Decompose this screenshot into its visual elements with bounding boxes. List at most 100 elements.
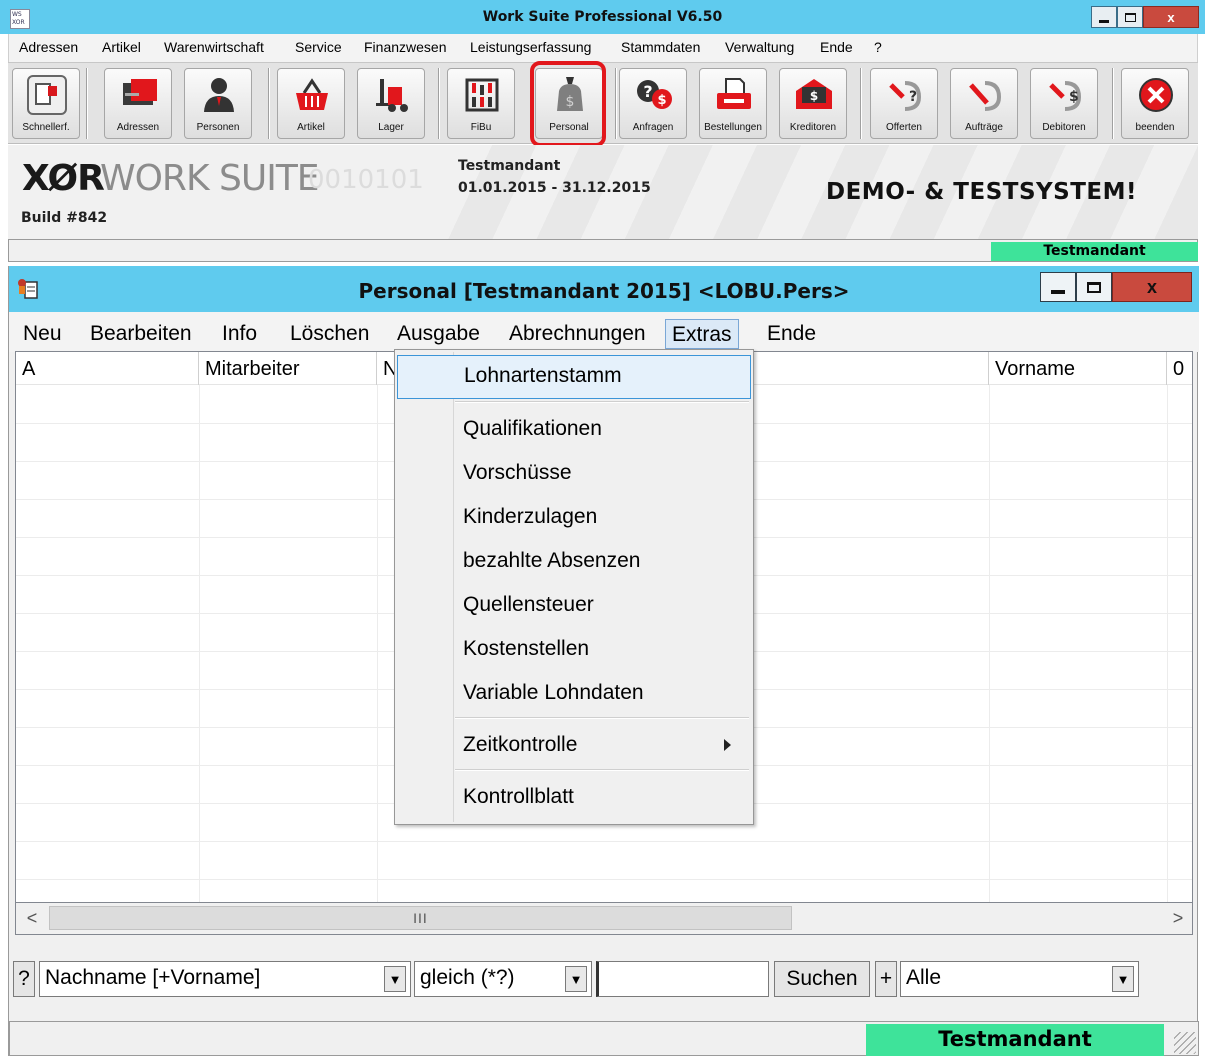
personal-close-button[interactable]: x [1112, 272, 1192, 302]
toolbar-beenden-button[interactable]: beenden [1121, 68, 1189, 139]
menu-item-quellensteuer[interactable]: Quellensteuer [397, 583, 751, 627]
search-field-value: Nachname [+Vorname] [45, 966, 261, 989]
toolbar-anfragen-button[interactable]: ? $ Anfragen [619, 68, 687, 139]
menu-service[interactable]: Service [295, 39, 342, 55]
menu-neu[interactable]: Neu [17, 319, 68, 349]
menu-verwaltung[interactable]: Verwaltung [725, 39, 794, 55]
column-header-0[interactable]: 0 [1167, 352, 1192, 385]
toolbar-fibu-button[interactable]: FiBu [447, 68, 515, 139]
toolbar-offerten-button[interactable]: ? Offerten [870, 68, 938, 139]
menu-item-qualifikationen[interactable]: Qualifikationen [397, 407, 751, 451]
toolbar-label: Adressen [116, 122, 160, 133]
search-text-input[interactable] [596, 961, 769, 997]
menu-item-variable-lohndaten[interactable]: Variable Lohndaten [397, 671, 751, 715]
menu-ausgabe[interactable]: Ausgabe [391, 319, 486, 349]
search-field-select[interactable]: Nachname [+Vorname] ▼ [39, 961, 411, 997]
menu-ende[interactable]: Ende [820, 39, 853, 55]
scroll-right-button[interactable]: > [1162, 903, 1194, 933]
toolbar-schnellerf-button[interactable]: Schnellerf. [12, 68, 80, 139]
menu-adressen[interactable]: Adressen [19, 39, 78, 55]
toolbar-auftraege-button[interactable]: Aufträge [950, 68, 1018, 139]
svg-text:$: $ [1069, 89, 1079, 105]
menu-separator [455, 717, 749, 719]
menu-bearbeiten[interactable]: Bearbeiten [84, 319, 198, 349]
add-filter-button[interactable]: + [875, 961, 897, 997]
toolbar-label: Debitoren [1042, 122, 1086, 133]
toolbar-separator [268, 68, 270, 139]
menu-item-kontrollblatt[interactable]: Kontrollblatt [397, 775, 751, 819]
scroll-thumb[interactable]: III [49, 906, 792, 930]
column-header-a[interactable]: A [16, 352, 199, 385]
quick-entry-icon [27, 75, 67, 115]
search-help-button[interactable]: ? [13, 961, 35, 997]
personal-statusbar: Testmandant [9, 1021, 1199, 1056]
chevron-down-icon[interactable]: ▼ [384, 966, 406, 992]
toolbar-separator [86, 68, 88, 139]
menu-warenwirtschaft[interactable]: Warenwirtschaft [164, 39, 264, 55]
personal-minimize-button[interactable] [1040, 272, 1076, 302]
toolbar-adressen-button[interactable]: Adressen [104, 68, 172, 139]
toolbar-separator [1112, 68, 1114, 139]
menu-ende[interactable]: Ende [761, 319, 822, 349]
menu-item-label: Zeitkontrolle [463, 733, 578, 756]
personal-menubar: Neu Bearbeiten Info Löschen Ausgabe Abre… [9, 312, 1199, 352]
search-button[interactable]: Suchen [774, 961, 870, 997]
menu-loeschen[interactable]: Löschen [284, 319, 375, 349]
personal-maximize-button[interactable] [1076, 272, 1112, 302]
menu-finanzwesen[interactable]: Finanzwesen [364, 39, 447, 55]
offer-icon: ? [885, 75, 925, 115]
search-operator-value: gleich (*?) [420, 966, 515, 989]
build-number: Build #842 [21, 210, 108, 226]
toolbar-debitoren-button[interactable]: $ Debitoren [1030, 68, 1098, 139]
mandant-period: 01.01.2015 - 31.12.2015 [458, 180, 651, 196]
toolbar-kreditoren-button[interactable]: $ Kreditoren [779, 68, 847, 139]
search-operator-select[interactable]: gleich (*?) ▼ [414, 961, 592, 997]
scroll-left-button[interactable]: < [16, 903, 48, 933]
svg-text:?: ? [909, 89, 917, 105]
menu-item-bezahlte-absenzen[interactable]: bezahlte Absenzen [397, 539, 751, 583]
menu-stammdaten[interactable]: Stammdaten [621, 39, 700, 55]
toolbar-artikel-button[interactable]: Artikel [277, 68, 345, 139]
minimize-icon [1051, 290, 1065, 294]
chevron-down-icon[interactable]: ▼ [565, 966, 587, 992]
toolbar-label: Offerten [886, 122, 922, 133]
filter-select[interactable]: Alle ▼ [900, 961, 1139, 997]
toolbar-bestellungen-button[interactable]: Bestellungen [699, 68, 767, 139]
maximize-button[interactable] [1117, 6, 1143, 28]
toolbar-label: Artikel [297, 122, 325, 133]
menu-item-vorschuesse[interactable]: Vorschüsse [397, 451, 751, 495]
menu-extras[interactable]: Extras [665, 319, 739, 349]
toolbar-label: Kreditoren [789, 122, 837, 133]
resize-grip-icon[interactable] [1174, 1032, 1196, 1054]
chevron-down-icon[interactable]: ▼ [1112, 966, 1134, 992]
mandant-name: Testmandant [458, 158, 561, 174]
toolbar-label: Bestellungen [704, 122, 762, 133]
exit-icon [1136, 75, 1176, 115]
menu-help[interactable]: ? [874, 39, 882, 55]
menu-abrechnungen[interactable]: Abrechnungen [503, 319, 652, 349]
svg-text:$: $ [657, 93, 666, 108]
svg-text:$: $ [810, 89, 818, 103]
column-divider [199, 385, 200, 902]
toolbar-personen-button[interactable]: Personen [184, 68, 252, 139]
menu-item-lohnartenstamm[interactable]: Lohnartenstamm [397, 355, 751, 399]
personal-window-title: Personal [Testmandant 2015] <LOBU.Pers> [358, 279, 850, 303]
menu-item-kinderzulagen[interactable]: Kinderzulagen [397, 495, 751, 539]
minimize-icon [1099, 19, 1109, 23]
brand-binary: 0010101 [308, 165, 424, 195]
horizontal-scrollbar[interactable]: < III > [15, 903, 1193, 935]
menu-artikel[interactable]: Artikel [102, 39, 141, 55]
highlight-box [530, 61, 606, 147]
minimize-button[interactable] [1091, 6, 1117, 28]
close-button[interactable]: x [1143, 6, 1199, 28]
brand-suite: WORK SUITE [100, 158, 320, 199]
menu-item-kostenstellen[interactable]: Kostenstellen [397, 627, 751, 671]
menu-info[interactable]: Info [216, 319, 263, 349]
column-header-mitarbeiter[interactable]: Mitarbeiter [199, 352, 377, 385]
brand-banner: XØR WORK SUITE 0010101 Build #842 Testma… [8, 145, 1198, 239]
column-header-vorname[interactable]: Vorname [989, 352, 1167, 385]
menu-item-zeitkontrolle[interactable]: Zeitkontrolle [397, 723, 751, 767]
menu-leistungserfassung[interactable]: Leistungserfassung [470, 39, 591, 55]
toolbar-lager-button[interactable]: Lager [357, 68, 425, 139]
personal-titlebar: Personal [Testmandant 2015] <LOBU.Pers> … [9, 266, 1199, 312]
